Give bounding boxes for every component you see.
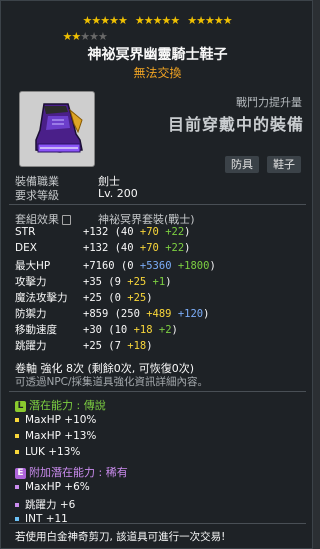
stat-close: ) — [165, 276, 172, 288]
divider — [9, 391, 306, 392]
req-level-value: Lv. 200 — [98, 187, 138, 200]
set-effect-row: 套組效果 — [15, 211, 71, 227]
empty-star-icon: ★ — [98, 30, 108, 43]
stat-bonus: +25 — [127, 276, 147, 288]
stat-bonus: +70 — [139, 226, 159, 238]
set-effect-label: 套組效果 — [15, 213, 59, 226]
stat-row: 最大HP +7160 (0 +5360 +1800) — [15, 258, 216, 273]
stat-bonus: +22 — [158, 226, 185, 238]
combat-power-label: 戰鬥力提升量 — [236, 96, 302, 109]
bullet-icon — [15, 485, 19, 489]
stat-total: +25 (0 — [83, 292, 128, 304]
stat-bonus: +489 — [146, 308, 172, 320]
tag-armor: 防具 — [225, 156, 259, 173]
footer-note: 若使用白金神奇剪刀, 該道具可進行一次交易! — [15, 531, 226, 543]
star-force-row-1: ★★★★★ ★★★★★ ★★★★★ — [1, 9, 314, 27]
additional-potential-line: MaxHP +6% — [15, 481, 90, 493]
additional-potential-line-text: 跳躍力 +6 — [25, 499, 76, 511]
potential-line-text: MaxHP +10% — [25, 414, 97, 426]
stat-bonus: +5360 — [139, 260, 172, 272]
stat-row: DEX +132 (40 +70 +22) — [15, 242, 191, 254]
stat-label: STR — [15, 226, 36, 238]
stat-bonus: +1 — [146, 276, 166, 288]
stat-label: 移動速度 — [15, 324, 57, 336]
stat-bonus: +120 — [171, 308, 204, 320]
rare-badge-icon: E — [15, 467, 26, 479]
req-level-label: 要求等級 — [15, 189, 59, 202]
bullet-icon — [15, 450, 19, 454]
potential-line: LUK +13% — [15, 446, 80, 458]
stat-row: STR +132 (40 +70 +22) — [15, 226, 191, 238]
additional-potential-title: 附加潛在能力 : 稀有 — [29, 466, 128, 479]
stat-bonus: +1800 — [171, 260, 210, 272]
stat-row: 攻擊力 +35 (9 +25 +1) — [15, 274, 172, 289]
potential-line: MaxHP +10% — [15, 414, 96, 426]
item-title: 神祕冥界幽靈騎士鞋子 — [87, 47, 228, 63]
stat-bonus: +18 — [133, 324, 153, 336]
divider — [9, 523, 306, 524]
set-name: 神祕冥界套裝(戰士) — [98, 213, 195, 226]
stat-row: 防禦力 +859 (250 +489 +120) — [15, 306, 209, 321]
stat-close: ) — [146, 340, 153, 352]
stat-total: +25 (7 — [83, 340, 128, 352]
stat-label: 防禦力 — [15, 308, 47, 320]
tag-shoes: 鞋子 — [267, 156, 301, 173]
potential-line: MaxHP +13% — [15, 430, 96, 442]
potential-header: L 潛在能力 : 傳說 — [15, 397, 106, 413]
stat-close: ) — [146, 292, 153, 304]
bullet-icon — [15, 434, 19, 438]
stat-row: 魔法攻擊力 +25 (0 +25) — [15, 290, 153, 305]
item-tooltip: ★★★★★ ★★★★★ ★★★★★ ★★★★★ 神祕冥界幽靈騎士鞋子 無法交換 戰鬥… — [0, 0, 313, 549]
potential-line-text: LUK +13% — [25, 446, 81, 458]
bullet-icon — [15, 418, 19, 422]
stat-close: ) — [209, 260, 216, 272]
stat-total: +132 (40 — [83, 242, 140, 254]
potential-line-text: MaxHP +13% — [25, 430, 97, 442]
req-level: 要求等級 Lv. 200 — [15, 187, 138, 203]
enhance-note: 可透過NPC/採集道具強化資訊詳細內容。 — [15, 376, 209, 388]
trade-status: 無法交換 — [133, 66, 182, 80]
purple-shoe-icon — [35, 103, 83, 153]
potential-title: 潛在能力 : 傳說 — [29, 399, 106, 412]
stat-close: ) — [203, 308, 210, 320]
stat-label: DEX — [15, 242, 37, 254]
legendary-badge-icon: L — [15, 400, 26, 412]
stat-total: +859 (250 — [83, 308, 147, 320]
stat-bonus: +70 — [139, 242, 159, 254]
stat-total: +30 (10 — [83, 324, 134, 336]
stat-bonus: +2 — [152, 324, 172, 336]
divider — [9, 204, 306, 205]
stat-bonus: +25 — [127, 292, 147, 304]
stat-total: +7160 (0 — [83, 260, 140, 272]
stat-label: 跳躍力 — [15, 340, 47, 352]
bullet-icon — [15, 517, 19, 521]
star-force-row-2: ★★★★★ — [1, 25, 314, 43]
lock-icon — [62, 215, 71, 225]
additional-potential-line: 跳躍力 +6 — [15, 497, 75, 512]
stat-close: ) — [184, 242, 191, 254]
combat-power-value: 目前穿戴中的裝備 — [167, 115, 304, 134]
bullet-icon — [15, 503, 19, 507]
additional-potential-line-text: MaxHP +6% — [25, 481, 90, 493]
stat-total: +132 (40 — [83, 226, 140, 238]
stat-label: 魔法攻擊力 — [15, 292, 68, 304]
stat-label: 攻擊力 — [15, 276, 47, 288]
stat-close: ) — [184, 226, 191, 238]
stat-row: 跳躍力 +25 (7 +18) — [15, 338, 153, 353]
stat-label: 最大HP — [15, 260, 51, 272]
stat-close: ) — [171, 324, 178, 336]
stat-bonus: +18 — [127, 340, 147, 352]
stat-bonus: +22 — [158, 242, 185, 254]
item-icon-frame[interactable] — [19, 91, 95, 167]
stat-row: 移動速度 +30 (10 +18 +2) — [15, 322, 178, 337]
additional-potential-header: E 附加潛在能力 : 稀有 — [15, 464, 128, 480]
stat-total: +35 (9 — [83, 276, 128, 288]
